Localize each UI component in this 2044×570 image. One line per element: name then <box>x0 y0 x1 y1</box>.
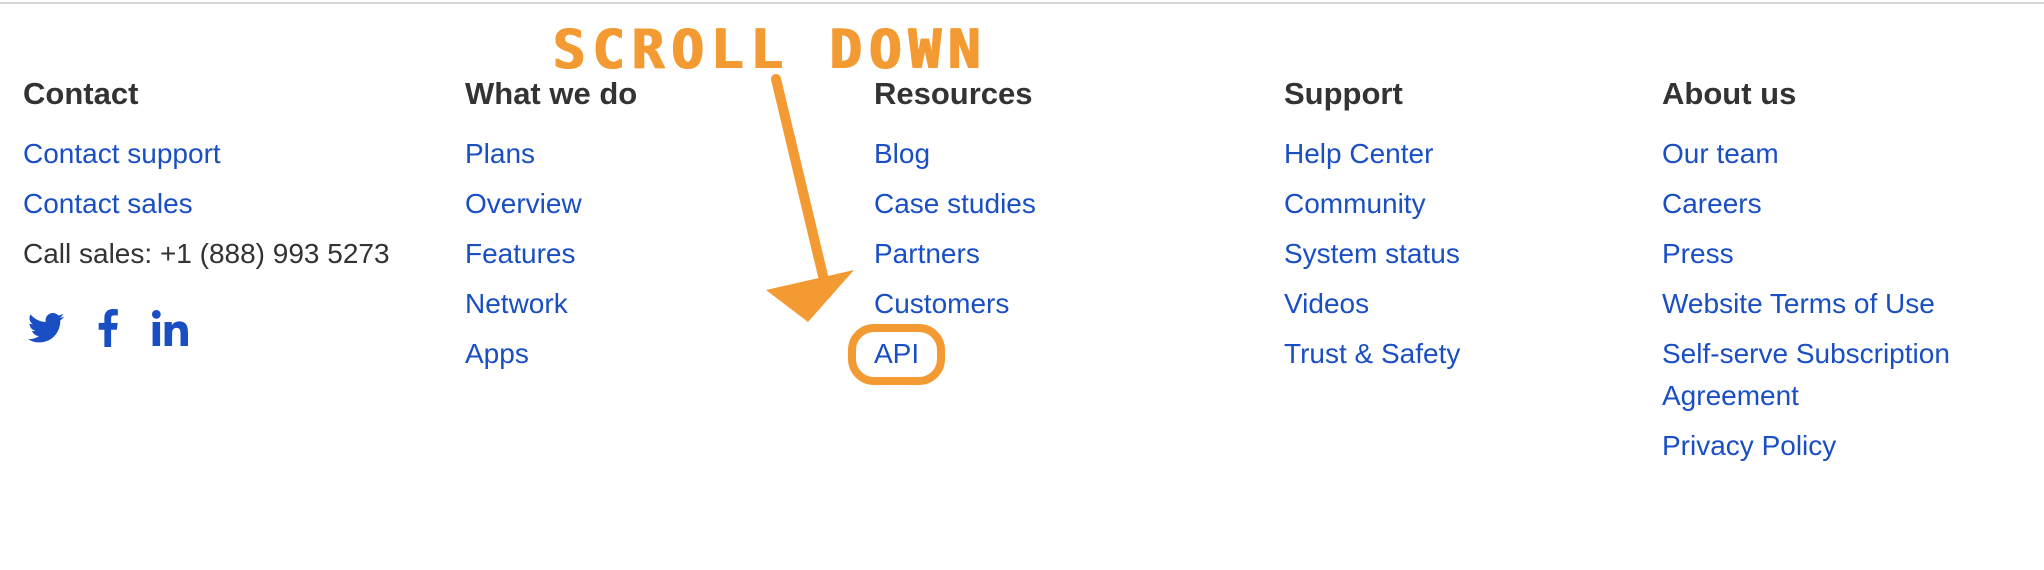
annotation-overlay <box>766 74 945 385</box>
annotation-arrow-shaft <box>771 74 829 285</box>
annotation-arrow-head <box>766 270 854 322</box>
api-highlight-box <box>848 324 945 385</box>
